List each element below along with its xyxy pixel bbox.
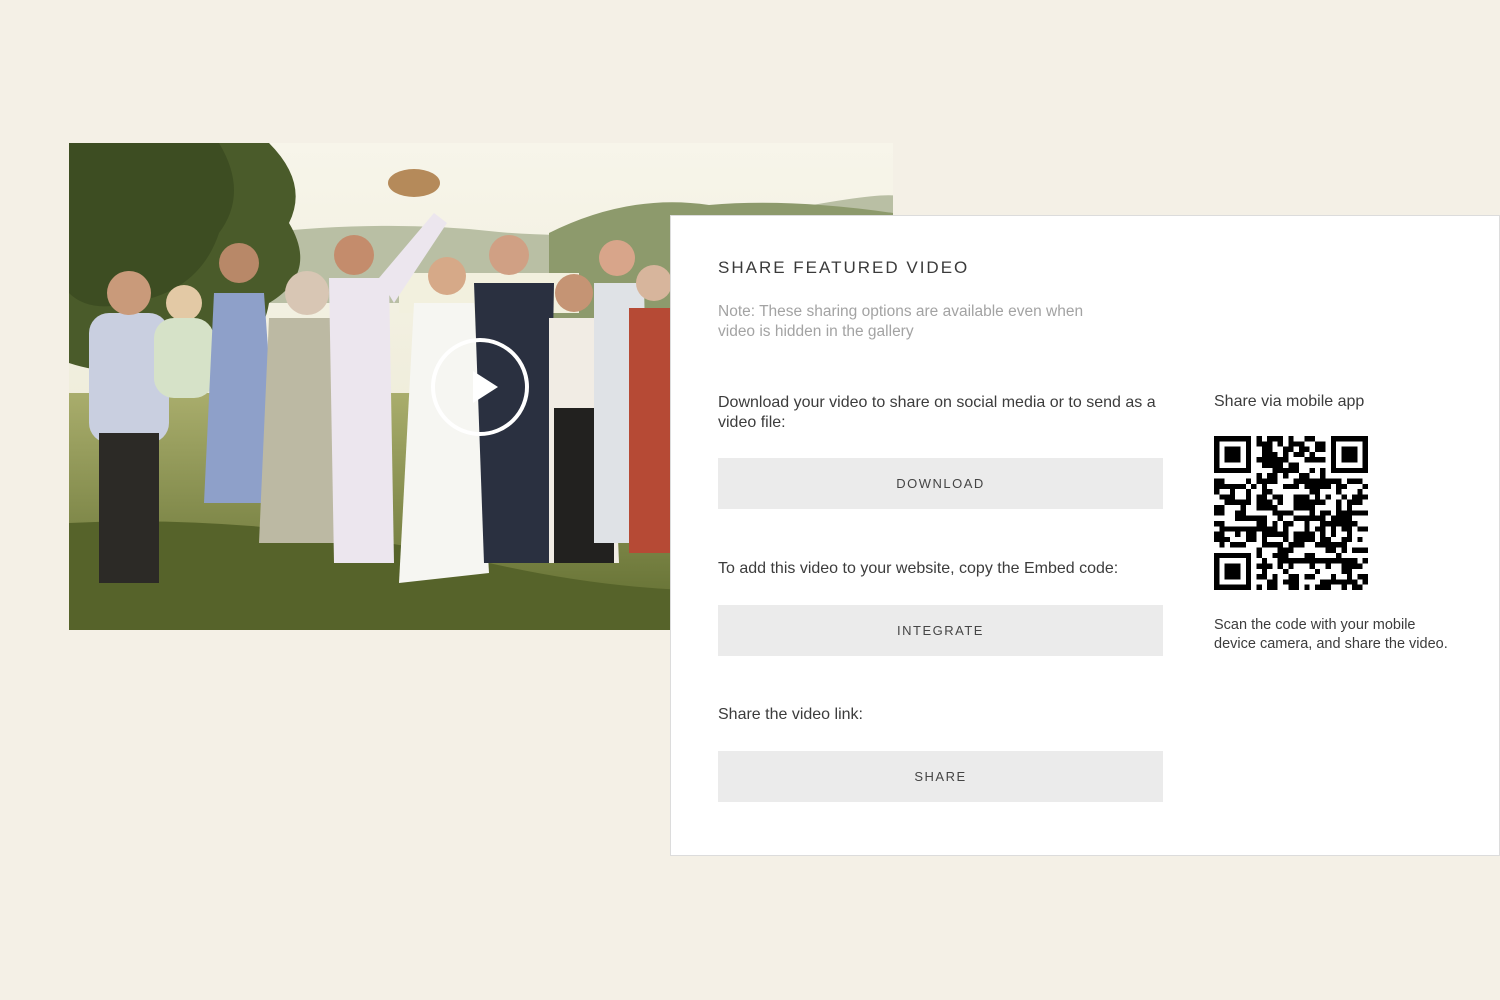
share-link-description: Share the video link: bbox=[718, 706, 863, 723]
play-icon bbox=[473, 371, 498, 403]
qr-code bbox=[1214, 436, 1368, 590]
mobile-share-description: Scan the code with your mobile device ca… bbox=[1214, 617, 1448, 652]
share-featured-video-panel: SHARE FEATURED VIDEO Note: These sharing… bbox=[670, 215, 1500, 856]
play-button[interactable] bbox=[431, 338, 529, 436]
panel-title: SHARE FEATURED VIDEO bbox=[718, 258, 970, 277]
integrate-description: To add this video to your website, copy … bbox=[718, 560, 1119, 577]
panel-note: Note: These sharing options are availabl… bbox=[718, 303, 1084, 340]
download-button[interactable]: DOWNLOAD bbox=[718, 458, 1163, 509]
share-button[interactable]: SHARE bbox=[718, 751, 1163, 802]
mobile-share-title: Share via mobile app bbox=[1214, 393, 1365, 410]
integrate-button[interactable]: INTEGRATE bbox=[718, 605, 1163, 656]
download-description: Download your video to share on social m… bbox=[718, 394, 1156, 431]
